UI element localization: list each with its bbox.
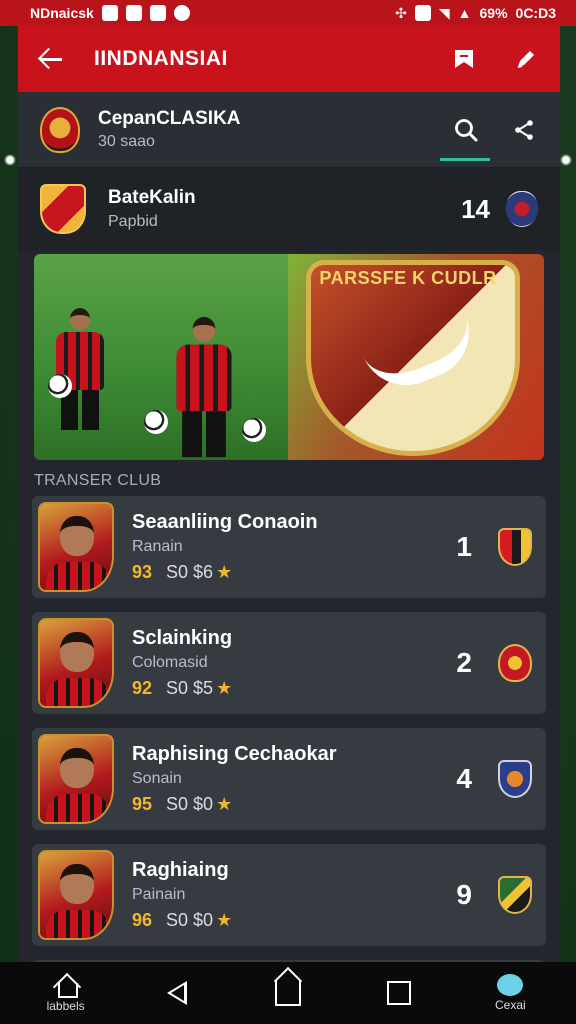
share-icon — [515, 119, 533, 140]
search-button[interactable] — [452, 116, 480, 144]
banner-shield-image: PARSSFE K CUDLR — [288, 254, 544, 460]
star-icon: ★ — [216, 910, 233, 930]
signal-icon: ▲ — [457, 5, 472, 21]
player-rating: 92 — [132, 678, 153, 698]
ball-icon — [48, 374, 72, 398]
ball-icon — [144, 410, 168, 434]
banner-title: PARSSFE K CUDLR — [319, 268, 497, 288]
bookmark-button[interactable] — [450, 45, 478, 73]
club-badge-icon — [498, 644, 532, 682]
player-name: Seaanliing Conaoin — [132, 511, 318, 533]
player-position: Colomasid — [132, 654, 208, 671]
app-bar: IINDNANSIAI — [18, 26, 560, 92]
section-crest — [40, 184, 86, 234]
star-icon: ★ — [216, 794, 233, 814]
player-position: Sonain — [132, 770, 182, 787]
player-position: Ranain — [132, 538, 183, 555]
page-title: IINDNANSIAI — [94, 47, 228, 70]
ball-icon — [242, 418, 266, 442]
recents-square-icon — [387, 981, 412, 1005]
player-value: S0 $0 — [166, 910, 214, 930]
nav-chat[interactable]: Cexai — [470, 974, 550, 1012]
nav-back-button[interactable] — [137, 981, 217, 1005]
player-number: 1 — [456, 531, 472, 562]
club-crest — [40, 106, 80, 153]
star-icon: ★ — [216, 678, 233, 698]
edit-button[interactable] — [512, 45, 540, 73]
player-rating: 93 — [132, 562, 153, 582]
share-button[interactable] — [510, 116, 538, 144]
player-figure — [176, 316, 232, 458]
vibrate-icon: ✣ — [395, 4, 407, 21]
app-icon — [173, 5, 190, 21]
system-nav-bar: labbels Cexai — [0, 962, 576, 1024]
player-portrait — [38, 502, 114, 592]
player-number: 9 — [456, 879, 472, 910]
player-name: Raphising Cechaokar — [132, 743, 337, 765]
player-value: S0 $0 — [166, 794, 214, 814]
home-outline-icon — [274, 980, 301, 1006]
nav-recents-button[interactable] — [359, 981, 439, 1005]
player-name: Raghiaing — [132, 859, 229, 881]
promo-banner[interactable]: PARSSFE K CUDLR — [34, 254, 544, 460]
club-header: CepanCLASIKA 30 saao — [18, 92, 560, 168]
arrow-left-icon[interactable] — [38, 46, 64, 72]
player-portrait — [38, 734, 114, 824]
edit-icon — [517, 51, 534, 68]
section-header[interactable]: BateKalin Papbid 14 — [18, 168, 560, 250]
search-icon — [455, 118, 478, 141]
section-count: 14 — [461, 193, 490, 224]
status-bar: NDnaicsk ✣ ◥ ▲ 69% 0C:D3 — [0, 0, 576, 26]
banner-players-image — [34, 254, 288, 460]
club-badge-icon — [498, 528, 532, 566]
club-name: CepanCLASIKA — [98, 108, 241, 129]
tab-indicator — [440, 158, 490, 161]
section-title: BateKalin — [108, 187, 196, 208]
clock: 0C:D3 — [515, 5, 556, 21]
player-rating: 96 — [132, 910, 153, 930]
player-portrait — [38, 618, 114, 708]
list-label: TRANSER CLUB — [34, 472, 162, 489]
notification-icon — [101, 5, 118, 21]
club-subtitle: 30 saao — [98, 133, 155, 150]
app-window: IINDNANSIAI CepanCLASIKA 30 saao BateKal… — [18, 26, 560, 962]
player-rating: 95 — [132, 794, 153, 814]
back-triangle-icon — [166, 981, 187, 1005]
nav-home[interactable]: labbels — [26, 973, 106, 1013]
nav-home-button[interactable] — [248, 980, 328, 1006]
chat-bubble-icon — [497, 974, 524, 996]
player-figure — [56, 308, 104, 430]
list-item[interactable]: 3 Sclainking Colomasid 92 S0 $5 ★ 2 — [32, 612, 546, 714]
star-icon: ★ — [216, 562, 233, 582]
section-subtitle: Papbid — [108, 213, 158, 230]
list-item[interactable]: 3 Raphising Cechaokar Sonain 95 S0 $0 ★ … — [32, 728, 546, 830]
bookmark-icon — [455, 50, 473, 68]
list-item[interactable]: Seaanliing Conaoin Ranain 93 S0 $6 ★ 1 — [32, 496, 546, 598]
player-value: S0 $6 — [166, 562, 214, 582]
home-icon — [53, 973, 79, 998]
wifi-icon: ◥ — [438, 4, 450, 21]
sim-icon — [414, 5, 431, 21]
player-name: Sclainking — [132, 627, 233, 649]
player-position: Painain — [132, 886, 186, 903]
player-portrait — [38, 850, 114, 940]
nav-home-label: labbels — [46, 999, 85, 1013]
club-badge-icon — [498, 760, 532, 798]
message-icon — [125, 5, 142, 21]
player-number: 4 — [456, 763, 472, 794]
player-number: 2 — [456, 647, 472, 678]
carrier-text: NDnaicsk — [30, 5, 94, 21]
club-badge-icon — [498, 876, 532, 914]
calendar-icon — [149, 5, 166, 21]
nav-chat-label: Cexai — [495, 998, 526, 1012]
player-value: S0 $5 — [166, 678, 214, 698]
player-list: Seaanliing Conaoin Ranain 93 S0 $6 ★ 1 3… — [18, 496, 560, 962]
battery-text: 69% — [479, 5, 508, 21]
league-badge — [506, 191, 538, 227]
list-item[interactable]: 5 Raghiaing Painain 96 S0 $0 ★ 9 — [32, 844, 546, 946]
